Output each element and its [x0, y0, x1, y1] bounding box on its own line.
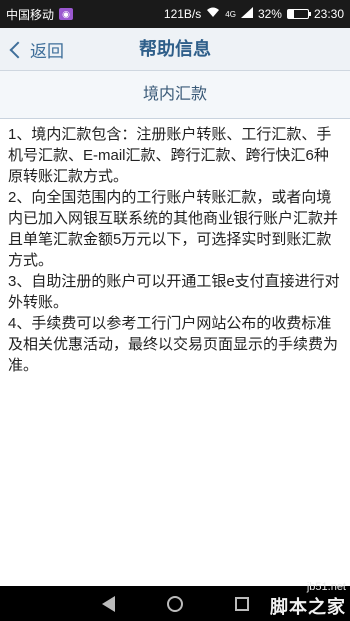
network-type: 4G: [225, 9, 236, 19]
signal-icon: [240, 7, 253, 21]
carrier-label: 中国移动: [6, 7, 55, 22]
notification-app-icon: ◉: [59, 8, 74, 20]
help-paragraph-4: 4、手续费可以参考工行门户网站公布的收费标准及相关优惠活动，最终以交易页面显示的…: [8, 315, 339, 374]
nav-home-icon[interactable]: [166, 595, 183, 612]
status-bar: 中国移动 ◉ 121B/s 4G 32% 23:30: [0, 0, 350, 28]
help-content: 1、境内汇款包含：注册账户转账、工行汇款、手机号汇款、E-mail汇款、跨行汇款…: [8, 124, 340, 376]
battery-fill: [287, 10, 295, 18]
battery-percent: 32%: [257, 7, 282, 21]
clock: 23:30: [313, 7, 344, 21]
page-title: 帮助信息: [139, 39, 211, 59]
nav-recent-apps-icon[interactable]: [234, 596, 249, 611]
section-title: 境内汇款: [0, 71, 350, 119]
status-right: 121B/s 4G 32% 23:30: [164, 7, 344, 21]
nav-back-icon[interactable]: [101, 595, 115, 612]
help-paragraph-1: 1、境内汇款包含：注册账户转账、工行汇款、手机号汇款、E-mail汇款、跨行汇款…: [8, 126, 332, 185]
watermark-name: 脚本之家: [270, 597, 346, 617]
watermark: jb51.net 脚本之家: [270, 581, 346, 619]
wifi-icon: [206, 7, 220, 21]
header-bar: 返回 帮助信息: [0, 28, 350, 71]
status-left: 中国移动 ◉: [6, 6, 74, 23]
battery-icon: [286, 9, 311, 19]
help-paragraph-2: 2、向全国范围内的工行账户转账汇款，或者向境内已加入网银互联系统的其他商业银行账…: [8, 189, 339, 269]
watermark-url: jb51.net: [306, 581, 346, 593]
network-speed: 121B/s: [163, 7, 202, 21]
help-paragraph-3: 3、自助注册的账户可以开通工银e支付直接进行对外转账。: [8, 273, 340, 311]
